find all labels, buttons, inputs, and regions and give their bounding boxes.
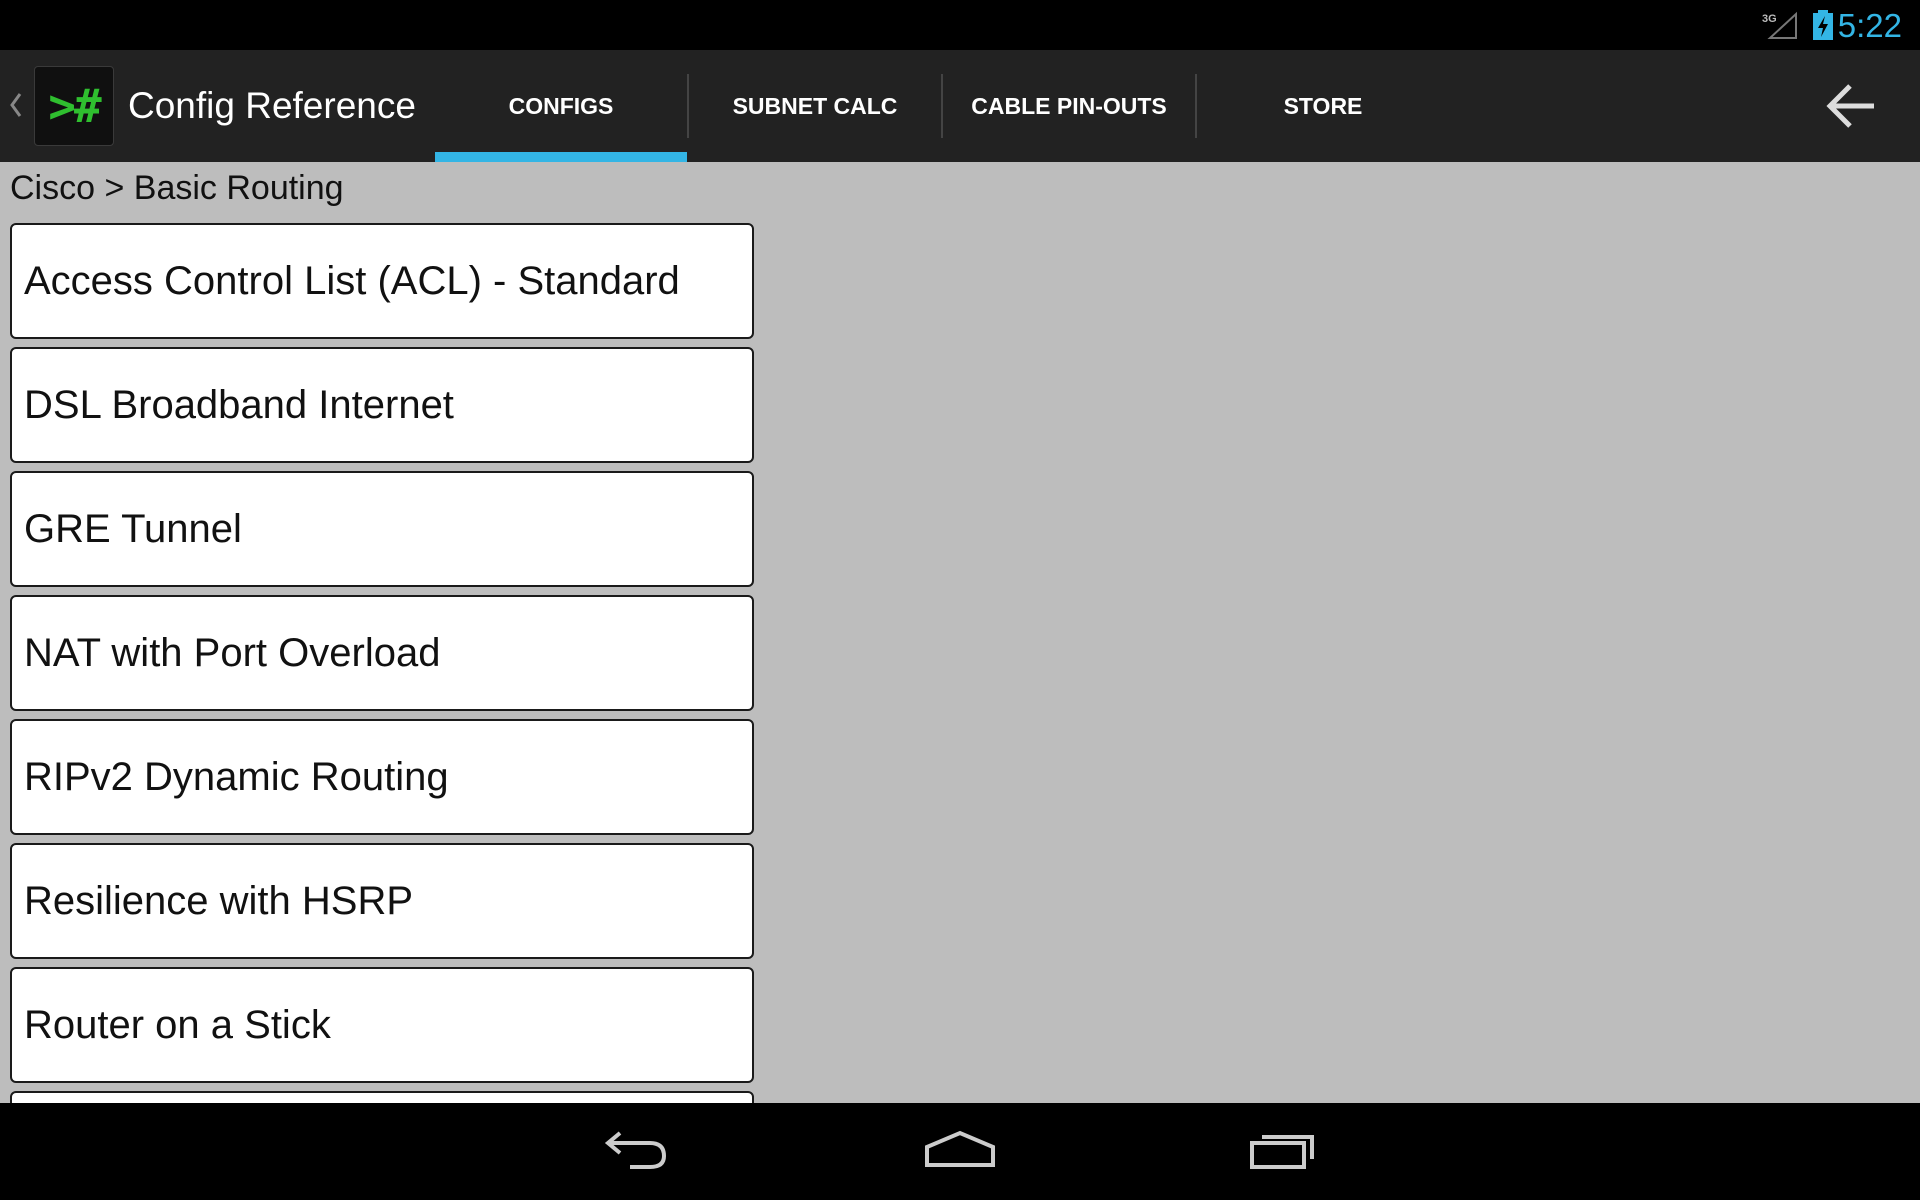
tab-cable-pin-outs[interactable]: CABLE PIN-OUTS bbox=[943, 50, 1195, 162]
svg-text:3G: 3G bbox=[1762, 13, 1777, 25]
list-item[interactable] bbox=[10, 1091, 754, 1103]
list-item[interactable]: RIPv2 Dynamic Routing bbox=[10, 719, 754, 835]
tab-store[interactable]: STORE bbox=[1197, 50, 1449, 162]
config-detail-background bbox=[620, 170, 1920, 1100]
app-title: Config Reference bbox=[128, 85, 416, 126]
tab-configs[interactable]: CONFIGS bbox=[435, 50, 687, 162]
app-icon[interactable]: ># bbox=[34, 66, 114, 146]
action-bar: ># Config Reference CONFIGS SUBNET CALC … bbox=[0, 50, 1920, 162]
list-item[interactable]: Access Control List (ACL) - Standard bbox=[10, 223, 754, 339]
breadcrumb: Cisco > Basic Routing bbox=[10, 169, 344, 207]
battery-charging-icon bbox=[1813, 10, 1833, 40]
status-bar: 3G 5:22 bbox=[0, 0, 1920, 50]
config-list: Access Control List (ACL) - Standard DSL… bbox=[10, 223, 758, 1103]
up-caret-icon[interactable] bbox=[6, 90, 26, 120]
back-icon[interactable] bbox=[590, 1121, 680, 1181]
home-icon[interactable] bbox=[915, 1121, 1005, 1181]
signal-3g-icon: 3G bbox=[1762, 11, 1797, 39]
navigation-bar bbox=[0, 1103, 1920, 1200]
list-item[interactable]: NAT with Port Overload bbox=[10, 595, 754, 711]
back-arrow-icon[interactable] bbox=[1824, 78, 1880, 134]
list-item[interactable]: Resilience with HSRP bbox=[10, 843, 754, 959]
recent-apps-icon[interactable] bbox=[1240, 1121, 1330, 1181]
list-item[interactable]: Router on a Stick bbox=[10, 967, 754, 1083]
list-item[interactable]: GRE Tunnel bbox=[10, 471, 754, 587]
list-item[interactable]: DSL Broadband Internet bbox=[10, 347, 754, 463]
clock: 5:22 bbox=[1837, 7, 1902, 44]
tab-subnet-calc[interactable]: SUBNET CALC bbox=[689, 50, 941, 162]
